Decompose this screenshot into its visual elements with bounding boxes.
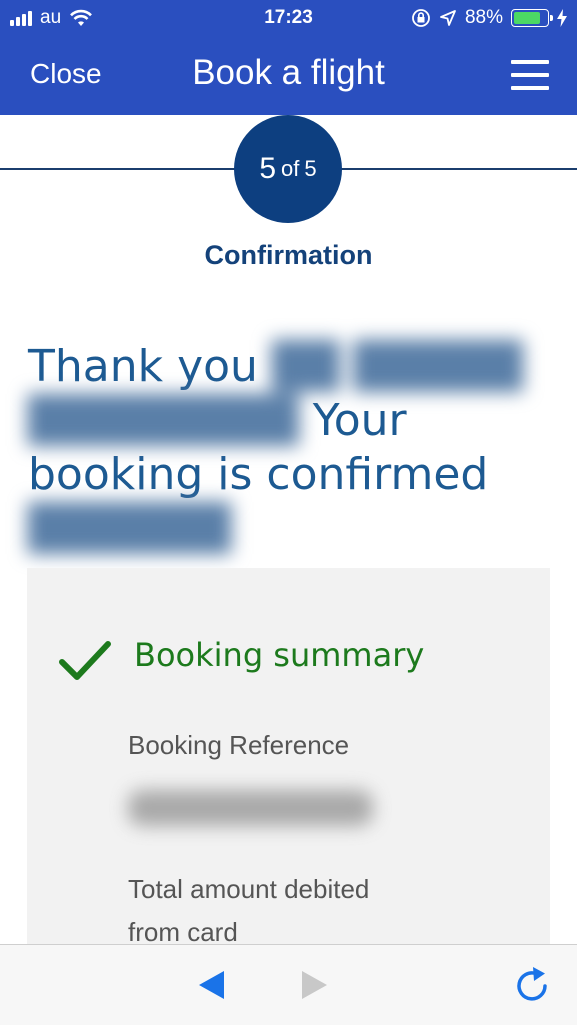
- booking-summary-card: Booking summary Booking Reference Total …: [27, 568, 550, 968]
- rotation-lock-icon: [412, 9, 430, 27]
- forward-arrow-icon[interactable]: [298, 969, 330, 1001]
- step-label: Confirmation: [204, 240, 373, 270]
- redacted-booking-code: ██████: [28, 503, 232, 554]
- step-of-label: of: [281, 156, 300, 181]
- confirmation-message: Thank you ██ █████ ████████ Your booking…: [28, 340, 558, 556]
- thanks-text-start: Thank you: [28, 341, 258, 392]
- reload-icon[interactable]: [512, 965, 552, 1005]
- status-right: 88%: [411, 7, 567, 29]
- location-arrow-icon: [440, 10, 456, 26]
- step-indicator: 5 of 5: [234, 115, 342, 223]
- battery-icon: [511, 9, 553, 27]
- nav-bar: Close Book a flight: [0, 36, 577, 115]
- checkmark-icon: [59, 641, 111, 680]
- battery-fill: [514, 12, 541, 24]
- browser-toolbar: [0, 944, 577, 1025]
- back-arrow-icon[interactable]: [196, 969, 228, 1001]
- redacted-booking-reference: [128, 790, 373, 826]
- charging-bolt-icon: [557, 9, 567, 27]
- close-button[interactable]: Close: [30, 58, 102, 90]
- total-amount-label: Total amount debited from card: [128, 874, 370, 947]
- hamburger-menu-icon[interactable]: [511, 60, 549, 90]
- booking-summary-title: Booking summary: [134, 636, 425, 674]
- booking-reference-label: Booking Reference: [128, 730, 350, 760]
- battery-percent: 88%: [464, 7, 503, 28]
- step-total: 5: [304, 156, 317, 181]
- status-bar: au 17:23 88%: [0, 0, 577, 36]
- step-current: 5: [259, 152, 277, 185]
- thanks-text-end: is confirmed: [217, 449, 489, 500]
